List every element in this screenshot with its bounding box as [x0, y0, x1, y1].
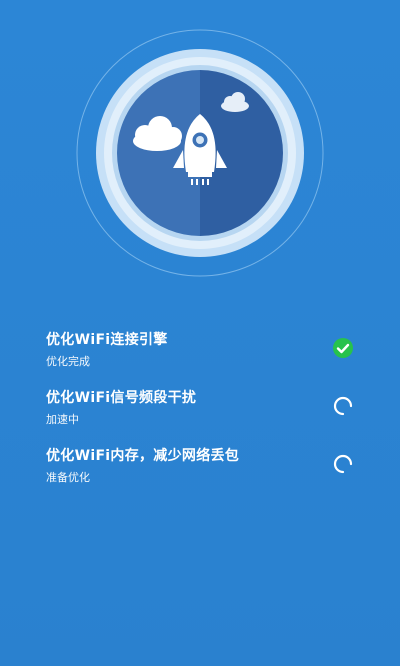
rocket-hero: [75, 28, 325, 278]
task-title: 优化WiFi内存，减少网络丢包: [46, 448, 240, 464]
task-item-connection-engine: 优化WiFi连接引擎 优化完成: [46, 331, 366, 377]
spinner-icon: [332, 395, 354, 417]
check-circle-icon: [332, 337, 354, 359]
task-status: 优化完成: [46, 355, 90, 368]
task-status: 准备优化: [46, 471, 90, 484]
task-status: 加速中: [46, 413, 79, 426]
task-item-signal-interference: 优化WiFi信号频段干扰 加速中: [46, 389, 366, 435]
task-title: 优化WiFi信号频段干扰: [46, 390, 197, 406]
spinner-icon: [332, 453, 354, 475]
task-title: 优化WiFi连接引擎: [46, 332, 168, 348]
task-item-memory-packet-loss: 优化WiFi内存，减少网络丢包 准备优化: [46, 447, 366, 493]
optimize-screen: 优化WiFi连接引擎 优化完成 优化WiFi信号频段干扰 加速中 优化WiFi内…: [0, 0, 400, 666]
rocket-illustration: [76, 29, 324, 277]
